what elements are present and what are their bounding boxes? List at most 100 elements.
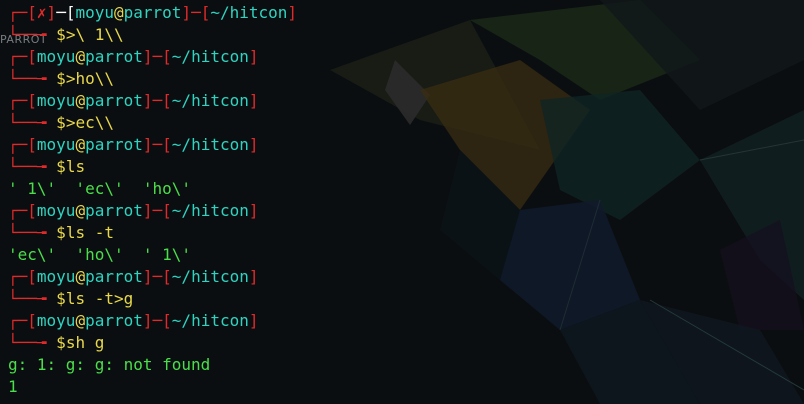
- prompt-header: ┌─[✗]─[moyu@parrot]─[~/hitcon]: [8, 2, 297, 24]
- prompt-bracket: [: [162, 267, 172, 286]
- prompt-user: moyu: [36, 135, 76, 154]
- prompt-corner: ┌─: [8, 3, 28, 22]
- prompt-dollar: $: [56, 333, 66, 352]
- prompt-corner: ┌─: [8, 267, 28, 286]
- prompt-bracket: [: [27, 311, 37, 330]
- command-output: 'ec\' 'ho\' ' 1\': [8, 245, 192, 264]
- prompt-path: ~/hitcon: [171, 267, 249, 286]
- prompt-bracket: [: [27, 135, 37, 154]
- prompt-bracket: ]: [142, 311, 153, 330]
- command-output: ' 1\' 'ec\' 'ho\': [8, 179, 192, 198]
- prompt-user: moyu: [75, 3, 114, 22]
- command-text: >ho\\: [65, 69, 114, 88]
- prompt-dollar: $: [56, 69, 66, 88]
- prompt-header: ┌─[moyu@parrot]─[~/hitcon]: [8, 266, 259, 288]
- prompt-bracket: ]: [142, 267, 153, 286]
- command-line: └──╼ $>ho\\: [8, 68, 114, 90]
- prompt-at: @: [75, 201, 86, 220]
- prompt-header: ┌─[moyu@parrot]─[~/hitcon]: [8, 90, 259, 112]
- prompt-bracket: ]: [181, 3, 192, 22]
- prompt-at: @: [75, 267, 86, 286]
- prompt-path: ~/hitcon: [171, 135, 249, 154]
- prompt-dash: ─: [152, 91, 163, 110]
- prompt-bracket: ]: [142, 135, 153, 154]
- prompt-host: parrot: [85, 267, 143, 286]
- command-line: └──╼ $ls: [8, 156, 85, 178]
- prompt-dollar: $: [56, 223, 66, 242]
- prompt-bracket: [: [27, 91, 37, 110]
- terminal-window[interactable]: PARROT ┌─[✗]─[moyu@parrot]─[~/hitcon] └──…: [0, 0, 804, 404]
- command-output: 1: [8, 377, 18, 396]
- prompt-path: ~/hitcon: [210, 3, 288, 22]
- prompt-at: @: [75, 47, 86, 66]
- prompt-bracket: ]: [248, 311, 259, 330]
- prompt-corner: └──╼: [8, 289, 57, 308]
- command-line: └──╼ $sh g: [8, 332, 104, 354]
- error-mark: ✗: [36, 3, 47, 22]
- prompt-bracket: ]: [248, 267, 259, 286]
- prompt-corner: └──╼: [8, 113, 57, 132]
- prompt-path: ~/hitcon: [171, 311, 249, 330]
- prompt-bracket: [: [162, 311, 172, 330]
- prompt-bracket: [: [162, 91, 172, 110]
- prompt-bracket: [: [27, 3, 37, 22]
- prompt-corner: └──╼: [8, 69, 57, 88]
- prompt-dash: ─: [152, 201, 163, 220]
- prompt-bracket: ]: [248, 135, 259, 154]
- prompt-bracket: ]: [142, 91, 153, 110]
- prompt-bracket: [: [27, 47, 37, 66]
- prompt-corner: ┌─: [8, 91, 28, 110]
- prompt-bracket: [: [27, 267, 37, 286]
- prompt-host: parrot: [123, 3, 182, 22]
- prompt-bracket: [: [27, 201, 37, 220]
- prompt-bracket: ]: [248, 91, 259, 110]
- prompt-header: ┌─[moyu@parrot]─[~/hitcon]: [8, 310, 259, 332]
- prompt-user: moyu: [36, 311, 76, 330]
- prompt-host: parrot: [85, 311, 143, 330]
- prompt-at: @: [75, 91, 86, 110]
- prompt-host: parrot: [85, 201, 143, 220]
- terminal-output: ┌─[✗]─[moyu@parrot]─[~/hitcon] └──╼ $>\ 1…: [0, 0, 804, 404]
- prompt-corner: └──╼: [8, 223, 57, 242]
- prompt-bracket: ]: [248, 47, 259, 66]
- prompt-host: parrot: [85, 91, 143, 110]
- prompt-dollar: $: [56, 289, 66, 308]
- prompt-bracket: [: [162, 135, 172, 154]
- prompt-user: moyu: [36, 47, 76, 66]
- prompt-path: ~/hitcon: [171, 47, 249, 66]
- prompt-dollar: $: [56, 157, 66, 176]
- prompt-bracket: ]: [46, 3, 57, 22]
- prompt-dollar: $: [56, 25, 66, 44]
- prompt-bracket: ]: [142, 47, 153, 66]
- prompt-at: @: [75, 135, 86, 154]
- prompt-host: parrot: [85, 135, 143, 154]
- prompt-bracket: [: [162, 201, 172, 220]
- prompt-corner: └──╼: [8, 157, 57, 176]
- prompt-dash: ─: [152, 311, 163, 330]
- command-text: ls -t: [65, 223, 114, 242]
- prompt-user: moyu: [36, 201, 76, 220]
- prompt-dash: ─: [152, 135, 163, 154]
- prompt-user: moyu: [36, 267, 76, 286]
- prompt-dash: ─: [191, 3, 201, 22]
- prompt-path: ~/hitcon: [171, 91, 249, 110]
- command-text: ls -t>g: [65, 289, 134, 308]
- prompt-corner: ┌─: [8, 201, 28, 220]
- command-text: >\ 1\\: [65, 25, 124, 44]
- prompt-path: ~/hitcon: [171, 201, 249, 220]
- prompt-dash: ─: [152, 267, 163, 286]
- prompt-corner: └──╼: [8, 25, 57, 44]
- prompt-at: @: [114, 3, 124, 22]
- prompt-dash: ─: [152, 47, 163, 66]
- prompt-bracket: ]: [248, 201, 259, 220]
- command-line: └──╼ $>\ 1\\: [8, 24, 124, 46]
- prompt-bracket: ]: [287, 3, 298, 22]
- prompt-corner: ┌─: [8, 135, 28, 154]
- prompt-corner: ┌─: [8, 311, 28, 330]
- command-line: └──╼ $ls -t>g: [8, 288, 133, 310]
- command-line: └──╼ $ls -t: [8, 222, 114, 244]
- prompt-bracket: [: [200, 3, 211, 22]
- prompt-bracket: [: [162, 47, 172, 66]
- command-output: g: 1: g: g: not found: [8, 355, 211, 374]
- prompt-header: ┌─[moyu@parrot]─[~/hitcon]: [8, 134, 259, 156]
